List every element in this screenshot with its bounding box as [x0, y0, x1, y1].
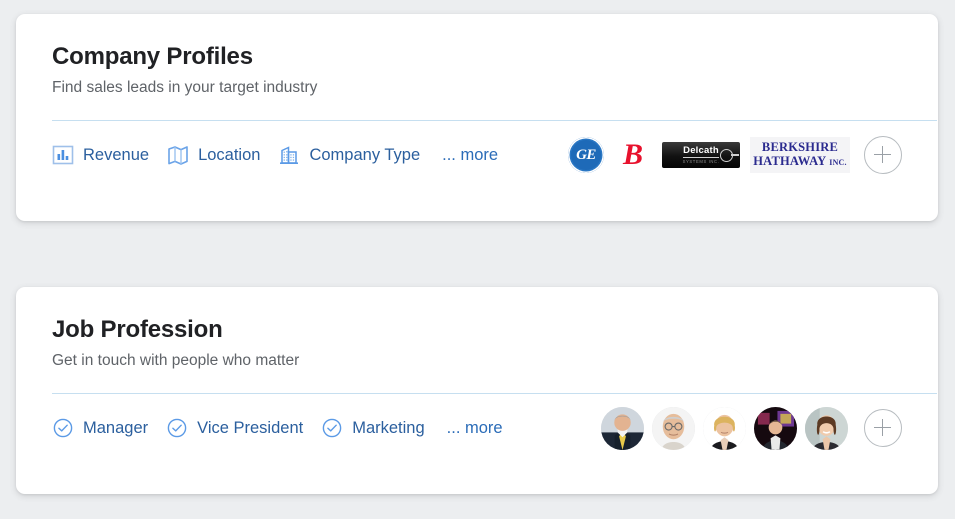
job-profession-card: Job Profession Get in touch with people … — [16, 287, 938, 494]
berkshire-hathaway-logo[interactable]: BERKSHIRE HATHAWAY INC. — [750, 137, 850, 173]
people-avatar-list — [593, 394, 902, 462]
page-title: Job Profession — [52, 316, 223, 343]
tag-location[interactable]: Location — [167, 144, 260, 166]
page-subtitle: Get in touch with people who matter — [52, 352, 300, 369]
b-logo[interactable]: B — [614, 137, 652, 173]
delcath-logo-text: Delcath — [683, 144, 719, 158]
tag-revenue[interactable]: Revenue — [52, 144, 149, 166]
check-circle-icon — [52, 417, 74, 439]
tag-manager[interactable]: Manager — [52, 417, 148, 439]
general-electric-logo[interactable]: GE — [568, 137, 604, 173]
check-circle-icon — [166, 417, 188, 439]
b-logo-text: B — [622, 138, 643, 171]
tag-company-type-label: Company Type — [309, 145, 421, 164]
job-more-link[interactable]: ... more — [447, 419, 503, 438]
berkshire-suffix: INC. — [829, 158, 847, 167]
berkshire-line-1: BERKSHIRE — [761, 140, 839, 154]
company-tag-list: Revenue Location Company Type ... more — [52, 144, 498, 166]
tag-vice-president[interactable]: Vice President — [166, 417, 303, 439]
check-circle-icon — [321, 417, 343, 439]
company-filters-row: Revenue Location Company Type ... more G… — [16, 121, 938, 189]
ge-logo-text: GE — [576, 146, 596, 163]
page-root: Company Profiles Find sales leads in you… — [0, 0, 955, 519]
company-logo-list: GE B Delcath SYSTEMS INC. BERKSHIRE HATH… — [558, 121, 902, 189]
company-profiles-header: Company Profiles Find sales leads in you… — [16, 14, 938, 121]
company-profiles-card: Company Profiles Find sales leads in you… — [16, 14, 938, 221]
job-profession-header: Job Profession Get in touch with people … — [16, 287, 938, 394]
map-icon — [167, 144, 189, 166]
tag-vice-president-label: Vice President — [197, 418, 304, 437]
tag-company-type[interactable]: Company Type — [278, 144, 420, 166]
office-building-icon — [278, 144, 300, 166]
berkshire-line-2: HATHAWAY — [753, 154, 826, 168]
bar-chart-icon — [52, 144, 74, 166]
add-company-button[interactable] — [864, 136, 902, 174]
page-title: Company Profiles — [52, 43, 253, 70]
avatar-person-5[interactable] — [805, 406, 848, 450]
tag-revenue-label: Revenue — [83, 145, 150, 164]
avatar-person-1[interactable] — [601, 406, 644, 450]
delcath-mark-icon — [720, 149, 739, 162]
tag-location-label: Location — [198, 145, 261, 164]
add-person-button[interactable] — [864, 409, 902, 447]
company-more-link[interactable]: ... more — [442, 146, 498, 165]
tag-marketing[interactable]: Marketing — [321, 417, 425, 439]
job-tag-list: Manager Vice President Marketing ... mor… — [52, 417, 503, 439]
avatar-person-4[interactable] — [754, 406, 797, 450]
avatar-person-2[interactable] — [652, 406, 695, 450]
delcath-logo[interactable]: Delcath SYSTEMS INC. — [662, 142, 740, 168]
page-subtitle: Find sales leads in your target industry — [52, 79, 318, 96]
tag-manager-label: Manager — [83, 418, 149, 437]
job-filters-row: Manager Vice President Marketing ... mor… — [16, 394, 938, 462]
delcath-logo-subtext: SYSTEMS INC. — [682, 158, 720, 164]
tag-marketing-label: Marketing — [352, 418, 425, 437]
avatar-person-3[interactable] — [703, 406, 746, 450]
